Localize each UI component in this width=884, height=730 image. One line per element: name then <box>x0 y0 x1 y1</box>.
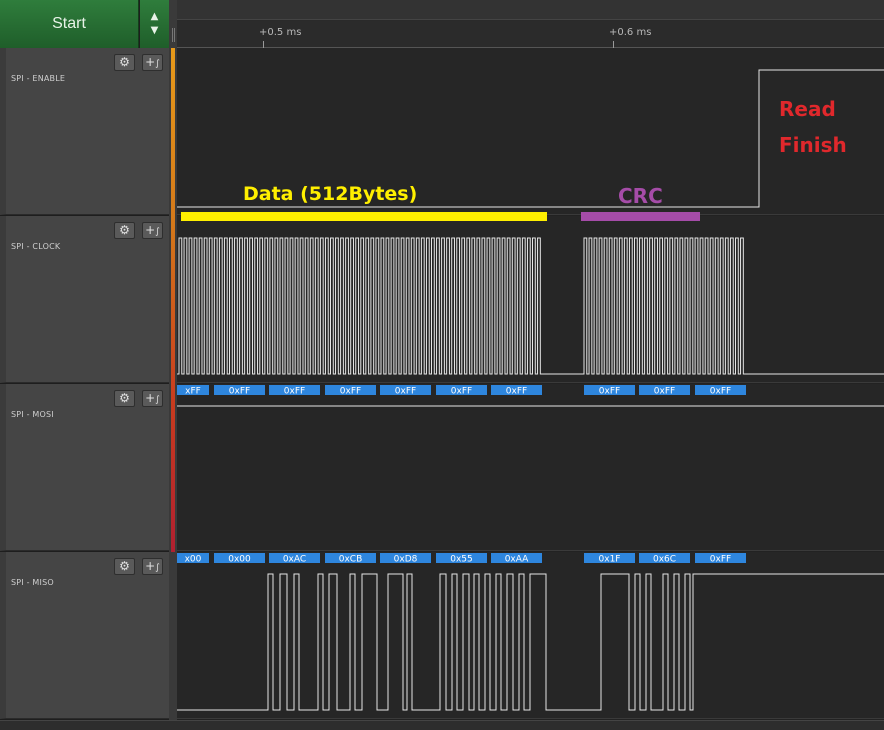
miso-decode-value: 0x1F <box>599 555 621 565</box>
ruler-tick-label: +0.5 ms <box>259 27 302 38</box>
triangle-up-icon[interactable]: ▲ <box>151 12 159 22</box>
ruler-tick <box>263 41 264 48</box>
add-analyzer-icon[interactable]: +∫ <box>142 558 163 575</box>
miso-decode-value: 0xAC <box>283 555 306 565</box>
data-annotation: Data (512Bytes) <box>243 183 417 205</box>
ruler-tick <box>613 41 614 48</box>
channel-name: SPI - MISO <box>11 578 54 587</box>
miso-decode-value: 0xAA <box>505 555 529 565</box>
gear-icon[interactable]: ⚙ <box>114 390 135 407</box>
channel-panel-miso[interactable]: ⚙ +∫ SPI - MISO <box>0 552 169 719</box>
add-analyzer-icon[interactable]: +∫ <box>142 54 163 71</box>
timeline-overview-bar[interactable] <box>177 0 884 20</box>
mosi-decode-value: 0xFF <box>284 387 305 397</box>
gear-icon[interactable]: ⚙ <box>114 558 135 575</box>
mosi-decode-value: 0xFF <box>599 387 620 397</box>
miso-decode-value: x00 <box>185 555 202 565</box>
channel-name: SPI - ENABLE <box>11 74 66 83</box>
time-ruler[interactable]: +0.5 ms +0.6 ms <box>177 21 884 48</box>
crc-bar <box>581 212 700 221</box>
crc-annotation: CRC <box>618 184 663 208</box>
ruler-tick-label: +0.6 ms <box>609 27 652 38</box>
add-analyzer-icon[interactable]: +∫ <box>142 222 163 239</box>
miso-decode-value: 0x55 <box>450 555 473 565</box>
add-analyzer-icon[interactable]: +∫ <box>142 390 163 407</box>
mosi-decode-value: 0xFF <box>506 387 527 397</box>
miso-decode-value: 0x6C <box>653 555 676 565</box>
start-button-label: Start <box>52 15 86 32</box>
miso-decode-value: 0x00 <box>228 555 251 565</box>
gear-icon[interactable]: ⚙ <box>114 54 135 71</box>
read-annotation: Read <box>779 97 836 121</box>
waveform-area[interactable]: xFF 0xFF 0xFF 0xFF 0xFF 0xFF 0xFF 0xFF 0xFF 0xFF x… <box>177 48 884 730</box>
timing-marker[interactable] <box>171 48 175 552</box>
miso-decode-value: 0xCB <box>339 555 363 565</box>
gear-icon[interactable]: ⚙ <box>114 222 135 239</box>
mosi-decode-value: xFF <box>185 387 201 397</box>
mosi-decode-value: 0xFF <box>395 387 416 397</box>
splitter-grip-icon[interactable] <box>172 28 175 42</box>
finish-annotation: Finish <box>779 133 847 157</box>
triangle-down-icon[interactable]: ▼ <box>151 26 159 36</box>
channel-name: SPI - CLOCK <box>11 242 61 251</box>
mosi-decode-value: 0xFF <box>229 387 250 397</box>
mosi-decode-value: 0xFF <box>710 387 731 397</box>
miso-decode-value: 0xFF <box>710 555 731 565</box>
miso-decode-value: 0xD8 <box>394 555 418 565</box>
start-button[interactable]: Start <box>0 0 139 48</box>
mosi-decode-value: 0xFF <box>654 387 675 397</box>
bottom-scrollbar[interactable] <box>0 720 884 730</box>
clock-signal <box>177 237 884 375</box>
mosi-decode-value: 0xFF <box>451 387 472 397</box>
channel-panel-enable[interactable]: ⚙ +∫ SPI - ENABLE <box>0 48 169 215</box>
waveform-canvas: xFF 0xFF 0xFF 0xFF 0xFF 0xFF 0xFF 0xFF 0xFF 0xFF x… <box>177 69 884 711</box>
channel-name: SPI - MOSI <box>11 410 54 419</box>
data-bar <box>181 212 547 221</box>
channel-panel-mosi[interactable]: ⚙ +∫ SPI - MOSI <box>0 384 169 551</box>
capture-options-toggle[interactable]: ▲ ▼ <box>140 0 169 48</box>
miso-signal <box>177 573 884 711</box>
channel-panel-clock[interactable]: ⚙ +∫ SPI - CLOCK <box>0 216 169 383</box>
mosi-decode-value: 0xFF <box>340 387 361 397</box>
